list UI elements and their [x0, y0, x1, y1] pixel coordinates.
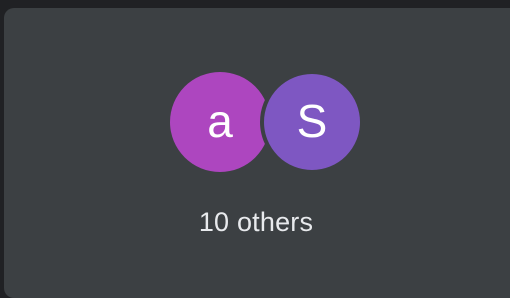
- participants-tile[interactable]: a S: [4, 8, 510, 298]
- avatar-initial: S: [296, 95, 328, 147]
- avatar-stack: a S: [166, 70, 376, 180]
- others-count-label: 10 others: [198, 207, 314, 237]
- avatar-initial: a: [207, 95, 233, 147]
- avatar: a: [170, 72, 270, 172]
- avatar: S: [260, 70, 364, 174]
